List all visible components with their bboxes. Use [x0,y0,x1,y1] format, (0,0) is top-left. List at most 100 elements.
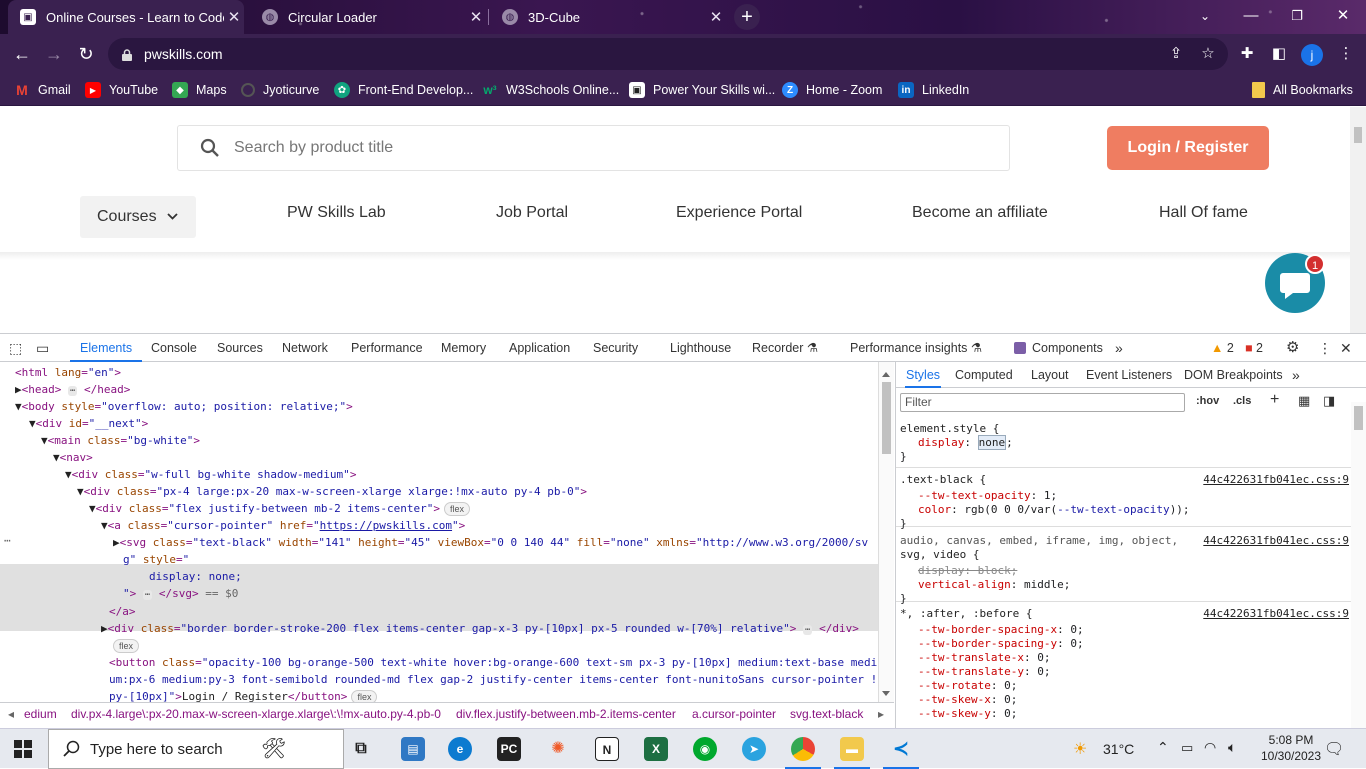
tab-search-chevron-icon[interactable]: ⌄ [1182,0,1228,32]
new-rule-plus-icon[interactable]: + [1270,391,1279,409]
battery-icon[interactable]: ▭ [1181,740,1193,756]
kebab-menu-icon[interactable]: ⋮ [1334,42,1358,66]
tab-3d-cube[interactable]: ◍ 3D-Cube ✕ [490,0,726,34]
bookmark-power-skills[interactable]: ▣ Power Your Skills wi... [629,74,775,106]
temperature[interactable]: 31°C [1103,741,1134,757]
settings-gear-icon[interactable]: ⚙ [1286,334,1299,362]
close-devtools-icon[interactable]: ✕ [1340,334,1352,362]
rule-property[interactable]: --tw-translate-y: 0; [918,665,1050,679]
task-view-icon[interactable]: ⧉ [349,737,373,761]
file-explorer-app-icon[interactable]: ▤ [401,737,425,761]
tab-sources[interactable]: Sources [217,334,263,362]
nav-become-affiliate[interactable]: Become an affiliate [912,204,1048,222]
tab-computed[interactable]: Computed [955,362,1013,388]
tab-layout[interactable]: Layout [1031,362,1069,388]
windows-start-icon[interactable] [14,740,32,761]
breadcrumb-item[interactable]: div.flex.justify-between.mb-2.items-cent… [456,707,676,721]
rule-property[interactable]: --tw-border-spacing-x: 0; [918,623,1084,637]
rule-property[interactable]: vertical-align: middle; [918,578,1070,592]
dom-line[interactable]: ▼<nav> [53,449,93,466]
dom-line[interactable]: ▼<a class="cursor-pointer" href="https:/… [101,517,465,534]
tab-components[interactable]: Components [1014,334,1103,362]
dom-line[interactable]: ▶<div class="border border-stroke-200 fl… [101,620,859,637]
edge-icon[interactable]: e [448,737,472,761]
paint-brush-icon[interactable]: ▦ [1298,393,1310,409]
close-tab-icon[interactable]: ✕ [224,8,244,26]
device-toolbar-icon[interactable]: ▭ [36,334,49,362]
excel-icon[interactable]: X [644,737,668,761]
wifi-icon[interactable]: ◠ [1204,739,1216,756]
tab-lighthouse[interactable]: Lighthouse [670,334,731,362]
elements-tree[interactable]: <html lang="en"> ▶<head> ⋯ </head> ▼<bod… [0,362,878,702]
breadcrumb-item[interactable]: edium [24,707,57,721]
tab-styles[interactable]: Styles [905,362,942,388]
dom-line[interactable]: ▼<div class="flex justify-between mb-2 i… [89,500,471,517]
rule-property[interactable]: display: block; [918,564,1017,578]
telegram-icon[interactable]: ➤ [742,737,766,761]
rule-property[interactable]: --tw-skew-x: 0; [918,693,1017,707]
tab-online-courses[interactable]: ▣ Online Courses - Learn to Code ... ✕ [8,0,244,34]
taskbar-search-input[interactable]: Type here to search 🛠 [48,729,344,769]
bookmark-frontend[interactable]: ✿ Front-End Develop... [334,74,473,106]
evernote-icon[interactable]: ◉ [693,737,717,761]
reload-icon[interactable]: ↻ [72,40,100,68]
chevron-left-icon[interactable]: ◂ [8,707,14,721]
bookmark-jyoticurve[interactable]: Jyoticurve [241,74,319,106]
extensions-puzzle-icon[interactable]: ✚ [1235,42,1259,66]
devtools-kebab-icon[interactable]: ⋮ [1318,334,1332,362]
dom-line[interactable]: <html lang="en"> [15,364,121,381]
forward-arrow-icon[interactable]: → [40,40,68,68]
bookmark-zoom[interactable]: Z Home - Zoom [782,74,882,106]
flex-badge[interactable]: flex [444,502,471,516]
chevron-up-icon[interactable]: ⌃ [1157,739,1169,756]
tab-elements[interactable]: Elements [70,334,143,362]
hov-toggle[interactable]: :hov [1196,395,1219,407]
breadcrumb-item[interactable]: svg.text-black [790,707,863,721]
toggle-sidebar-icon[interactable]: ◨ [1323,393,1335,409]
notification-icon[interactable]: 🗨︎ [1324,739,1344,759]
tab-dom-breakpoints[interactable]: DOM Breakpoints [1184,362,1283,388]
share-icon[interactable]: ⇪ [1164,42,1188,66]
all-bookmarks[interactable]: All Bookmarks [1252,74,1353,106]
tab-network[interactable]: Network [282,334,328,362]
rule-source-link[interactable]: 44c422631fb041ec.css:9 [1203,607,1349,620]
bookmark-linkedin[interactable]: in LinkedIn [898,74,969,106]
dom-line[interactable]: </a> [109,603,136,620]
chrome-icon[interactable] [785,737,821,769]
rule-property[interactable]: --tw-border-spacing-y: 0; [918,637,1084,651]
close-window-icon[interactable]: ✕ [1320,0,1366,32]
rule-property[interactable]: color: rgb(0 0 0/var(--tw-text-opacity))… [918,503,1190,517]
tab-recorder[interactable]: Recorder ⚗ [752,334,818,362]
rule-property[interactable]: --tw-rotate: 0; [918,679,1017,693]
rule-property[interactable]: display: none; [918,435,1013,450]
close-tab-icon[interactable]: ✕ [466,8,486,26]
vscode-icon[interactable]: ≺ [883,737,919,769]
elements-scrollbar[interactable] [878,362,894,702]
bookmark-gmail[interactable]: M Gmail [14,74,71,106]
rule-source-link[interactable]: 44c422631fb041ec.css:9 [1203,534,1349,547]
postman-icon[interactable]: ✺ [546,737,570,761]
minimize-icon[interactable]: — [1228,0,1274,32]
restore-icon[interactable]: ❐ [1274,0,1320,32]
dom-line[interactable]: ▼<main class="bg-white"> [41,432,200,449]
system-clock[interactable]: 5:08 PM 10/30/2023 [1258,732,1324,764]
pycharm-icon[interactable]: PC [497,737,521,761]
close-tab-icon[interactable]: ✕ [706,8,726,26]
rule-property[interactable]: --tw-text-opacity: 1; [918,489,1057,503]
flex-badge[interactable]: flex [351,690,378,702]
notion-icon[interactable]: N [595,737,619,761]
styles-filter-input[interactable]: Filter [900,393,1185,412]
profile-avatar[interactable]: j [1301,44,1323,66]
tab-performance-insights[interactable]: Performance insights ⚗ [850,334,982,362]
dom-line[interactable]: <button class="opacity-100 bg-orange-500… [109,654,877,671]
volume-icon[interactable]: 🔈︎ [1228,739,1236,756]
dom-line[interactable]: ▼<body style="overflow: auto; position: … [15,398,353,415]
tab-event-listeners[interactable]: Event Listeners [1086,362,1172,388]
chevron-right-icon[interactable]: ▸ [878,707,884,721]
breadcrumb-item[interactable]: a.cursor-pointer [692,707,776,721]
tab-memory[interactable]: Memory [441,334,486,362]
tab-circular-loader[interactable]: ◍ Circular Loader ✕ [250,0,486,34]
tab-security[interactable]: Security [593,334,638,362]
rule-source-link[interactable]: 44c422631fb041ec.css:9 [1203,473,1349,486]
rule-property[interactable]: --tw-skew-y: 0; [918,707,1017,721]
